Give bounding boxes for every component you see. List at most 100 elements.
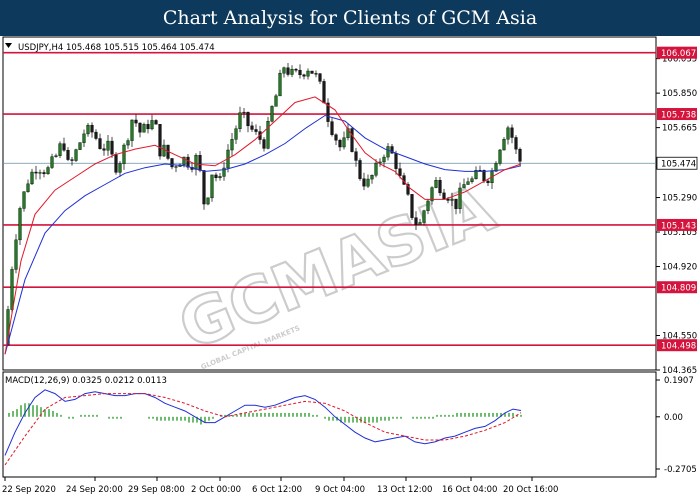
candle-body	[250, 125, 254, 130]
candle-body	[514, 137, 518, 150]
time-axis-label: 22 Sep 2020	[2, 485, 56, 495]
candle-body	[350, 128, 354, 152]
price-axis-label: 105.290	[662, 194, 697, 204]
candle-body	[194, 155, 198, 170]
candle-body	[394, 153, 398, 169]
candle-body	[266, 121, 270, 149]
candle-body	[22, 191, 26, 209]
candle-body	[462, 184, 466, 189]
candle-body	[426, 200, 430, 211]
candle-body	[482, 170, 486, 182]
candle-body	[466, 181, 470, 185]
candle-body	[414, 217, 418, 225]
candle-body	[118, 163, 122, 173]
candle-body	[42, 172, 46, 175]
candle-body	[114, 154, 118, 173]
banner: Chart Analysis for Clients of GCM Asia	[0, 0, 700, 36]
candle-body	[446, 198, 450, 201]
candle-body	[26, 183, 30, 192]
candle-body	[318, 73, 322, 82]
candle-body	[174, 166, 178, 168]
candle-body	[502, 139, 506, 151]
level-price-label: 105.143	[661, 221, 696, 231]
candle-body	[246, 111, 250, 127]
candle-body	[314, 73, 318, 75]
candle-body	[218, 176, 222, 179]
candle-body	[418, 222, 422, 225]
time-axis-label: 16 Oct 04:00	[442, 485, 497, 495]
candle-body	[146, 124, 150, 130]
candle-body	[374, 162, 378, 176]
level-price-label: 106.067	[661, 49, 696, 59]
candle-body	[30, 171, 34, 185]
time-axis-label: 13 Oct 12:00	[377, 485, 432, 495]
candle-body	[434, 180, 438, 188]
candle-body	[86, 124, 90, 135]
candle-body	[306, 70, 310, 77]
candle-body	[422, 210, 426, 223]
candle-body	[102, 148, 106, 151]
candle-body	[458, 187, 462, 209]
candle-body	[338, 140, 342, 148]
candle-body	[74, 149, 78, 161]
candle-body	[110, 140, 114, 155]
candle-body	[254, 129, 258, 132]
candle-body	[270, 106, 274, 122]
candle-body	[470, 178, 474, 182]
candle-body	[154, 120, 158, 125]
banner-title: Chart Analysis for Clients of GCM Asia	[162, 7, 538, 29]
candle-body	[78, 142, 82, 150]
price-axis-label: 105.850	[662, 89, 697, 99]
candle-body	[362, 178, 366, 187]
macd-header: MACD(12,26,9) 0.0325 0.0212 0.0113	[5, 376, 167, 386]
candle-body	[302, 74, 306, 77]
candle-body	[142, 124, 146, 133]
candle-body	[58, 143, 62, 156]
candle-body	[82, 133, 86, 143]
candle-body	[486, 180, 490, 184]
candle-body	[322, 81, 326, 104]
candle-body	[50, 156, 54, 168]
candle-body	[330, 121, 334, 135]
candle-body	[442, 192, 446, 200]
price-axis-label: 104.365	[662, 366, 697, 376]
candle-body	[162, 144, 166, 157]
candle-body	[278, 72, 282, 97]
time-axis-label: 20 Oct 16:00	[503, 485, 558, 495]
candle-body	[290, 68, 294, 75]
candle-body	[122, 144, 126, 164]
candle-body	[354, 151, 358, 161]
candle-body	[70, 159, 74, 161]
candle-body	[454, 198, 458, 209]
current-price-label: 105.474	[661, 160, 696, 170]
candle-body	[202, 170, 206, 205]
candle-body	[158, 124, 162, 157]
candle-body	[150, 120, 154, 130]
candle-body	[334, 134, 338, 141]
candle-body	[46, 167, 50, 175]
candle-body	[230, 139, 234, 151]
candle-body	[294, 68, 298, 71]
candle-body	[170, 158, 174, 168]
candle-body	[498, 149, 502, 164]
candle-body	[10, 269, 14, 310]
candle-body	[410, 194, 414, 218]
candle-body	[126, 140, 130, 146]
candle-body	[510, 127, 514, 138]
candle-body	[214, 174, 218, 179]
candle-body	[342, 137, 346, 148]
time-axis-label: 24 Sep 20:00	[66, 485, 123, 495]
candle-body	[90, 124, 94, 133]
level-price-label: 104.809	[661, 284, 696, 294]
time-axis-label: 6 Oct 12:00	[252, 485, 302, 495]
chart-header: USDJPY,H4 105.468 105.515 105.464 105.47…	[18, 43, 215, 53]
candle-body	[234, 128, 238, 140]
candle-body	[38, 172, 42, 174]
macd-axis-label: -0.2705	[664, 465, 697, 475]
time-axis-label: 29 Sep 08:00	[128, 485, 185, 495]
level-price-label: 104.498	[661, 342, 696, 352]
chart-area[interactable]: GCMASIA GLOBAL CAPITAL MARKETS 104.36510…	[0, 36, 700, 500]
candle-body	[382, 156, 386, 163]
candle-body	[134, 119, 138, 124]
level-price-label: 105.738	[661, 111, 696, 121]
